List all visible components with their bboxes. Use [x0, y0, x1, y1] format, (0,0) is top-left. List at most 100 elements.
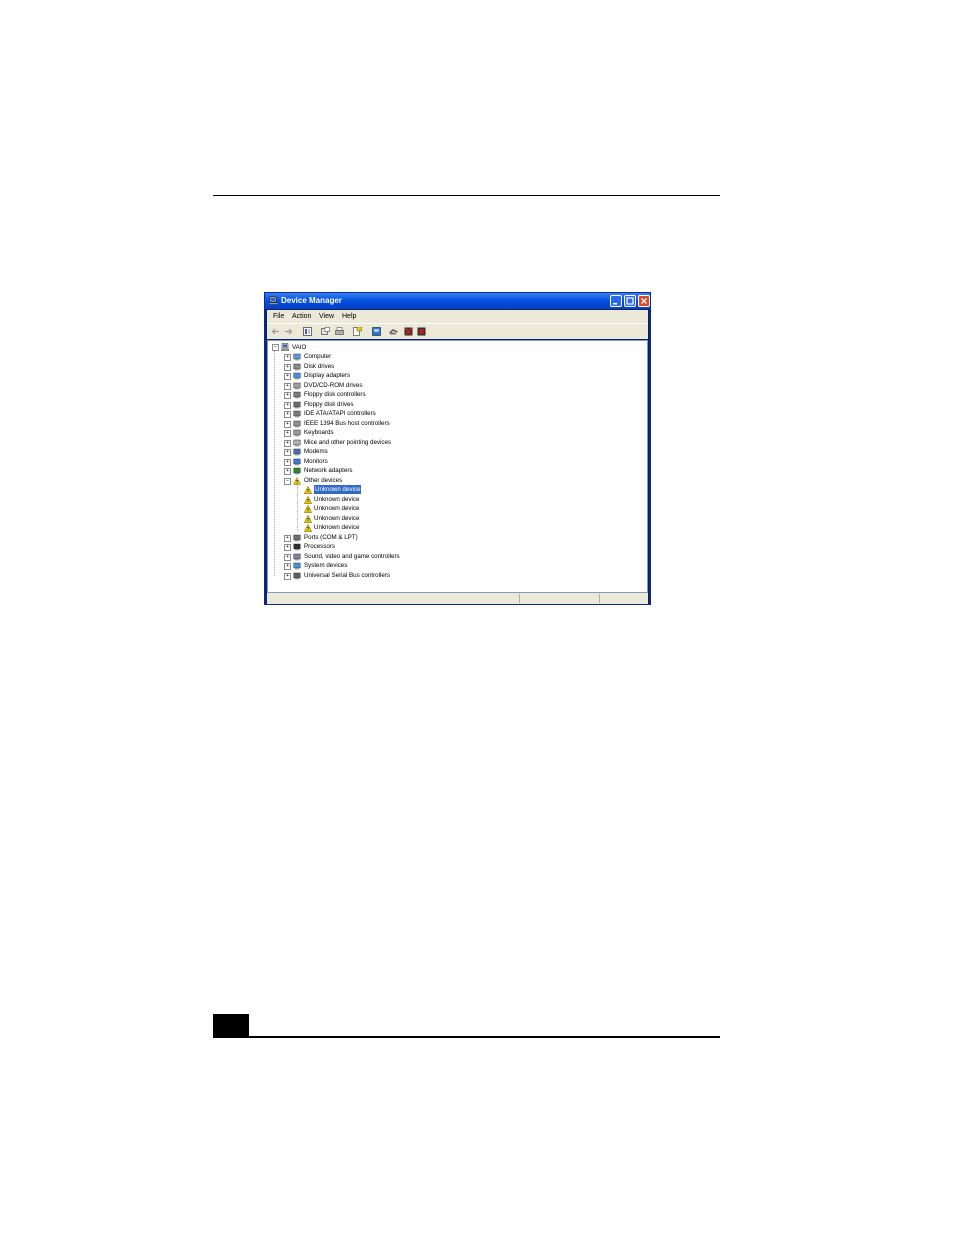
tree-category-label[interactable]: Mice and other pointing devices — [304, 438, 391, 447]
tree-category-label[interactable]: Keyboards — [304, 428, 334, 437]
tree-category-label[interactable]: Disk drives — [304, 362, 334, 371]
back-arrow-icon[interactable] — [271, 327, 280, 336]
tree-category-label[interactable]: Network adapters — [304, 466, 353, 475]
system-devices-icon — [293, 562, 301, 570]
close-button[interactable] — [638, 295, 650, 307]
network-adapter-icon — [293, 467, 301, 475]
tree-expand-toggle[interactable]: + — [284, 553, 291, 561]
tree-category-label[interactable]: Ports (COM & LPT) — [304, 533, 358, 542]
tree-child-label[interactable]: Unknown device — [314, 514, 359, 523]
device-tree[interactable]: − VAIO + Computer + Disk drives + Display ada… — [267, 340, 648, 593]
properties-view-icon[interactable] — [303, 327, 312, 336]
tree-category-label[interactable]: Computer — [304, 352, 331, 361]
unknown-device-warning-icon: ? — [304, 524, 312, 532]
tree-expand-toggle[interactable]: + — [284, 363, 291, 371]
tree-expand-toggle[interactable]: + — [284, 439, 291, 447]
print-icon[interactable] — [335, 327, 344, 336]
svg-text:?: ? — [307, 499, 310, 504]
maximize-icon — [626, 297, 634, 305]
display-adapter-icon — [293, 372, 301, 380]
tree-expand-toggle[interactable]: + — [284, 354, 291, 361]
update-driver-icon[interactable] — [321, 327, 330, 336]
window-title: Device Manager — [281, 296, 342, 305]
forward-arrow-icon[interactable] — [284, 327, 293, 336]
tree-category-label[interactable]: Other devices — [304, 476, 342, 485]
device-manager-window: Device Manager File Action View Help − V… — [264, 292, 651, 605]
minimize-button[interactable] — [610, 295, 622, 307]
processor-icon — [293, 543, 301, 551]
tree-expand-toggle[interactable]: + — [284, 420, 291, 428]
tree-category-label[interactable]: DVD/CD-ROM drives — [304, 381, 362, 390]
tree-expand-toggle[interactable]: + — [284, 382, 291, 390]
tree-child-label[interactable]: Unknown device — [314, 504, 359, 513]
disk-drive-icon — [293, 363, 301, 370]
cdrom-icon — [293, 382, 301, 389]
usb-icon — [293, 572, 301, 579]
floppy-drive-icon — [293, 401, 301, 408]
disable-icon[interactable] — [404, 327, 413, 336]
tree-expand-toggle[interactable]: + — [284, 534, 291, 542]
toolbar — [267, 323, 648, 339]
page-bottom-rule — [213, 1036, 720, 1038]
uninstall-icon[interactable] — [389, 327, 398, 336]
menu-view[interactable]: View — [319, 310, 334, 323]
maximize-button[interactable] — [624, 295, 636, 307]
ports-icon — [293, 534, 301, 541]
svg-text:?: ? — [307, 508, 310, 513]
tree-root-label[interactable]: VAIO — [292, 343, 306, 352]
tree-category-label[interactable]: Display adapters — [304, 371, 350, 380]
close-icon — [641, 298, 647, 304]
tree-expand-toggle[interactable]: − — [284, 477, 291, 485]
tree-category-label[interactable]: Universal Serial Bus controllers — [304, 571, 390, 580]
monitor-icon — [293, 458, 301, 465]
tree-category-label[interactable]: Modems — [304, 447, 328, 456]
tree-expand-toggle[interactable]: + — [284, 572, 291, 580]
status-bar — [267, 593, 648, 604]
menu-help[interactable]: Help — [342, 310, 356, 323]
tree-item-selected[interactable]: Unknown device — [314, 485, 362, 494]
root-collapse-toggle[interactable]: − — [272, 344, 279, 351]
ide-controller-icon — [293, 410, 301, 418]
tree-expand-toggle[interactable]: + — [284, 392, 291, 399]
tree-child-label[interactable]: Unknown device — [314, 495, 359, 504]
tree-expand-toggle[interactable]: + — [284, 563, 291, 570]
ieee1394-icon — [293, 420, 301, 427]
computer-root-icon — [281, 343, 289, 351]
tree-category-label[interactable]: IEEE 1394 Bus host controllers — [304, 419, 390, 428]
tree-category-label[interactable]: Floppy disk controllers — [304, 390, 366, 399]
tree-child-guide — [297, 484, 298, 530]
tree-category-label[interactable]: IDE ATA/ATAPI controllers — [304, 409, 376, 418]
tree-expand-toggle[interactable]: + — [284, 458, 291, 466]
tree-category-label[interactable]: System devices — [304, 561, 347, 570]
tree-category-label[interactable]: Processors — [304, 542, 335, 551]
scan-hardware-icon[interactable] — [372, 327, 381, 336]
menu-file[interactable]: File — [273, 310, 284, 323]
unknown-device-warning-icon: ? — [304, 495, 312, 504]
svg-text:?: ? — [307, 527, 310, 532]
tree-category-label[interactable]: Sound, video and game controllers — [304, 552, 400, 561]
tree-expand-toggle[interactable]: + — [284, 449, 291, 456]
device-manager-app-icon — [269, 296, 278, 305]
floppy-controller-icon — [293, 391, 301, 399]
tree-category-label[interactable]: Floppy disk drives — [304, 400, 354, 409]
tree-expand-toggle[interactable]: + — [284, 468, 291, 475]
unknown-device-warning-icon: ? — [304, 505, 312, 513]
keyboard-icon — [293, 429, 301, 437]
tree-expand-toggle[interactable]: + — [284, 401, 291, 409]
menu-action[interactable]: Action — [292, 310, 311, 323]
tree-expand-toggle[interactable]: + — [284, 373, 291, 380]
tree-category-label[interactable]: Monitors — [304, 457, 328, 466]
tree-root-guide — [274, 351, 275, 576]
modem-icon — [293, 448, 301, 456]
tree-child-label[interactable]: Unknown device — [314, 523, 359, 532]
enable-icon[interactable] — [417, 327, 426, 336]
tree-expand-toggle[interactable]: + — [284, 430, 291, 437]
help-icon[interactable] — [353, 327, 362, 336]
sound-icon — [293, 553, 301, 560]
tree-expand-toggle[interactable]: + — [284, 544, 291, 551]
menu-bar: File Action View Help — [267, 310, 648, 323]
tree-expand-toggle[interactable]: + — [284, 411, 291, 418]
status-separator — [519, 594, 520, 603]
title-bar[interactable]: Device Manager — [265, 293, 650, 309]
minimize-icon — [613, 303, 617, 305]
